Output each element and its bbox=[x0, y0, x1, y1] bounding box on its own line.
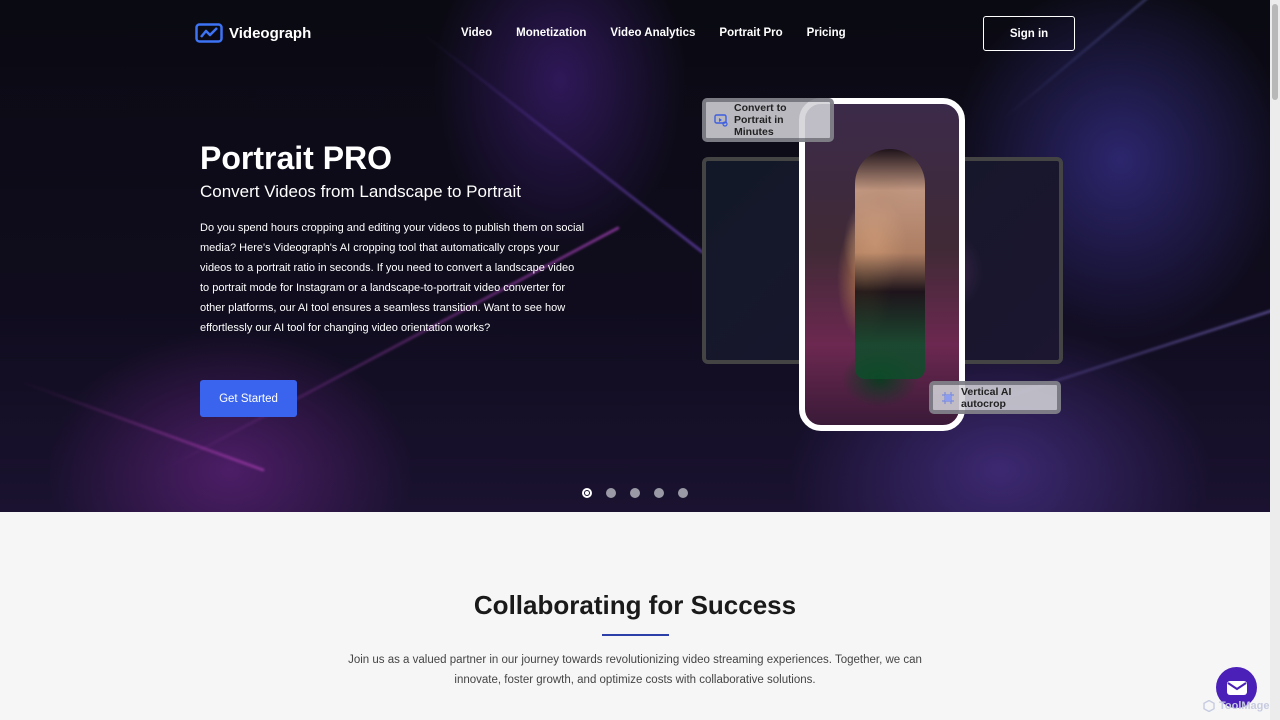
mail-icon bbox=[1226, 680, 1247, 695]
hero-subtitle: Convert Videos from Landscape to Portrai… bbox=[200, 182, 521, 201]
carousel-dot-5[interactable] bbox=[678, 488, 688, 498]
watermark: ToolMage bbox=[1203, 700, 1270, 712]
section-description: Join us as a valued partner in our journ… bbox=[348, 654, 922, 686]
videograph-logo-icon bbox=[195, 23, 223, 43]
hero-title: Portrait PRO bbox=[200, 140, 393, 176]
nav-item-video-analytics[interactable]: Video Analytics bbox=[610, 27, 695, 39]
section-title: Collaborating for Success bbox=[473, 590, 797, 620]
convert-icon bbox=[714, 114, 728, 127]
logo[interactable]: Videograph bbox=[195, 22, 311, 44]
carousel-dot-3[interactable] bbox=[630, 488, 640, 498]
convert-badge-label: Convert to Portrait in Minutes bbox=[734, 102, 787, 138]
nav-item-pricing[interactable]: Pricing bbox=[807, 27, 846, 39]
autocrop-badge-label: Vertical AI autocrop bbox=[961, 385, 1012, 410]
autocrop-badge: Vertical AI autocrop bbox=[929, 381, 1061, 414]
nav-item-monetization[interactable]: Monetization bbox=[516, 27, 586, 39]
carousel-dot-2[interactable] bbox=[606, 488, 616, 498]
watermark-text: ToolMage bbox=[1219, 700, 1270, 712]
carousel-dots bbox=[582, 488, 688, 498]
main-menu: Video Monetization Video Analytics Portr… bbox=[461, 27, 846, 39]
scrollbar-thumb[interactable] bbox=[1272, 4, 1278, 100]
nav-item-portrait-pro[interactable]: Portrait Pro bbox=[719, 27, 782, 39]
title-underline bbox=[602, 634, 669, 636]
crop-grid-icon bbox=[942, 391, 954, 404]
carousel-dot-1[interactable] bbox=[582, 488, 592, 498]
convert-badge: Convert to Portrait in Minutes bbox=[702, 98, 834, 142]
hero-section: Videograph Video Monetization Video Anal… bbox=[0, 0, 1270, 512]
watermark-logo-icon bbox=[1203, 700, 1215, 712]
singer-image bbox=[855, 149, 925, 379]
page-scrollbar[interactable] bbox=[1270, 0, 1280, 720]
carousel-dot-4[interactable] bbox=[654, 488, 664, 498]
nav-item-video[interactable]: Video bbox=[461, 27, 492, 39]
sign-in-button[interactable]: Sign in bbox=[983, 16, 1075, 51]
hero-description: Do you spend hours cropping and editing … bbox=[200, 222, 585, 334]
top-navigation: Videograph Video Monetization Video Anal… bbox=[0, 0, 1270, 68]
logo-text: Videograph bbox=[229, 24, 312, 42]
get-started-button[interactable]: Get Started bbox=[200, 380, 297, 417]
